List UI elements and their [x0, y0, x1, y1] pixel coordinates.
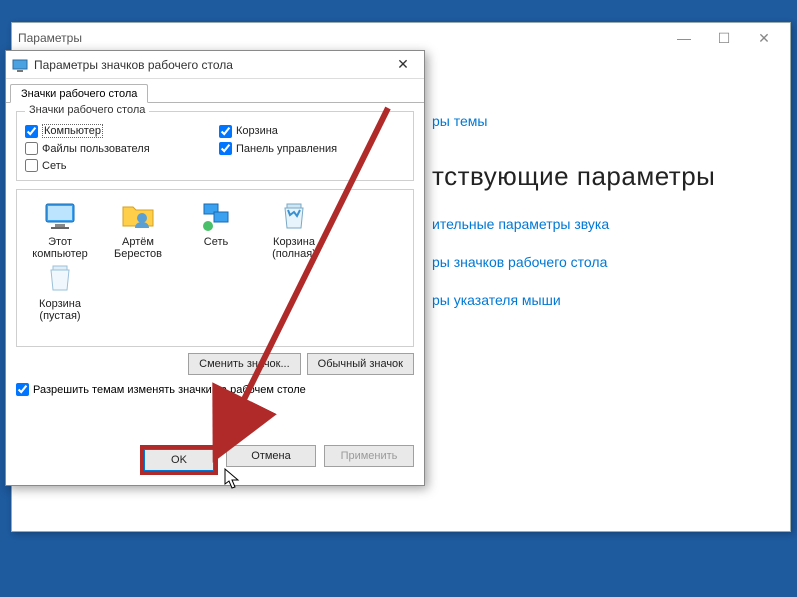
apply-button[interactable]: Применить — [324, 445, 414, 467]
icon-user[interactable]: Артём Берестов — [99, 198, 177, 260]
allow-themes-checkbox[interactable]: Разрешить темам изменять значки на рабоч… — [16, 383, 414, 396]
desktop-icons-dialog: Параметры значков рабочего стола ✕ Значк… — [5, 50, 425, 486]
minimize-button[interactable]: — — [664, 24, 704, 52]
desktop-icons-settings-link[interactable]: ры значков рабочего стола — [432, 254, 760, 270]
ok-button[interactable]: OK — [144, 449, 214, 471]
dialog-close-button[interactable]: ✕ — [388, 53, 418, 77]
default-icon-button[interactable]: Обычный значок — [307, 353, 414, 375]
icon-recycle-empty[interactable]: Корзина (пустая) — [21, 260, 99, 322]
checkbox-computer-label: Компьютер — [42, 124, 103, 138]
computer-icon — [42, 198, 78, 234]
settings-heading: тствующие параметры — [432, 161, 760, 192]
settings-title: Параметры — [18, 31, 82, 45]
checkbox-controlpanel[interactable]: Панель управления — [219, 142, 405, 155]
icon-this-pc-label: Этот компьютер — [32, 236, 87, 260]
theme-settings-link[interactable]: ры темы — [432, 113, 760, 129]
checkbox-controlpanel-label: Панель управления — [236, 143, 337, 155]
tab-desktop-icons[interactable]: Значки рабочего стола — [10, 84, 148, 103]
icon-network[interactable]: Сеть — [177, 198, 255, 260]
icon-recycle-full-label: Корзина (полная) — [272, 236, 316, 260]
dialog-icon — [12, 57, 28, 73]
checkbox-recycle-label: Корзина — [236, 125, 278, 137]
allow-themes-label: Разрешить темам изменять значки на рабоч… — [33, 384, 306, 396]
close-button[interactable]: ✕ — [744, 24, 784, 52]
icon-network-label: Сеть — [204, 236, 228, 248]
checkbox-network-label: Сеть — [42, 160, 66, 172]
network-icon — [198, 198, 234, 234]
tab-strip: Значки рабочего стола — [6, 79, 424, 103]
recycle-full-icon — [276, 198, 312, 234]
checkbox-userfiles-label: Файлы пользователя — [42, 143, 150, 155]
checkbox-network[interactable]: Сеть — [25, 159, 211, 172]
cursor-settings-link[interactable]: ры указателя мыши — [432, 292, 760, 308]
checkbox-computer[interactable]: Компьютер — [25, 124, 211, 138]
checkbox-recycle[interactable]: Корзина — [219, 124, 405, 138]
dialog-footer: OK Отмена Применить — [6, 445, 424, 475]
checkbox-userfiles[interactable]: Файлы пользователя — [25, 142, 211, 155]
cancel-button[interactable]: Отмена — [226, 445, 316, 467]
icon-recycle-full[interactable]: Корзина (полная) — [255, 198, 333, 260]
icon-user-label: Артём Берестов — [114, 236, 162, 260]
icon-this-pc[interactable]: Этот компьютер — [21, 198, 99, 260]
maximize-button[interactable]: ☐ — [704, 24, 744, 52]
ok-button-highlight: OK — [140, 445, 218, 475]
recycle-empty-icon — [42, 260, 78, 296]
dialog-titlebar: Параметры значков рабочего стола ✕ — [6, 51, 424, 79]
dialog-title: Параметры значков рабочего стола — [34, 58, 388, 72]
icon-recycle-empty-label: Корзина (пустая) — [39, 298, 81, 322]
settings-titlebar: Параметры — ☐ ✕ — [12, 23, 790, 53]
cursor-icon — [224, 468, 242, 490]
user-folder-icon — [120, 198, 156, 234]
icon-preview-area[interactable]: Этот компьютер Артём Берестов Сеть Корзи… — [16, 189, 414, 347]
sound-settings-link[interactable]: ительные параметры звука — [432, 216, 760, 232]
change-icon-button[interactable]: Сменить значок... — [188, 353, 301, 375]
group-legend: Значки рабочего стола — [25, 104, 149, 116]
icons-checkbox-group: Значки рабочего стола Компьютер Корзина … — [16, 111, 414, 181]
